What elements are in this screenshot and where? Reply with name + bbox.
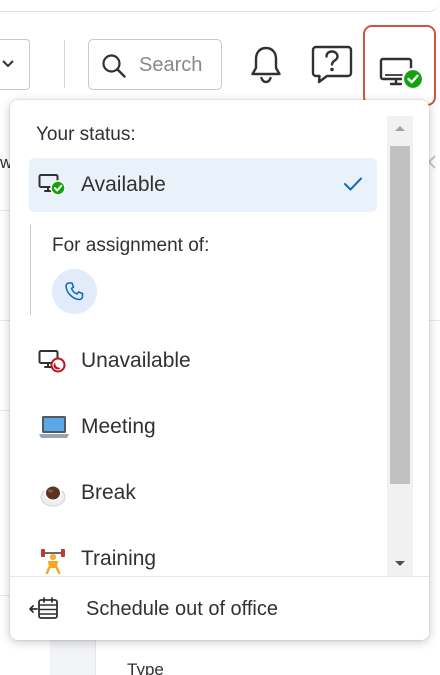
status-option-break[interactable]: Break	[29, 466, 377, 520]
status-label: Training	[81, 547, 157, 570]
status-label: Available	[81, 173, 166, 196]
search-icon	[102, 54, 126, 78]
status-label: Meeting	[81, 415, 156, 438]
top-edge	[0, 0, 440, 12]
assignment-section: For assignment of:	[30, 225, 370, 315]
scrollbar-thumb[interactable]	[390, 146, 410, 484]
type-column-label: Type	[127, 660, 164, 675]
schedule-out-of-office-label: Schedule out of office	[86, 597, 278, 620]
available-icon	[38, 172, 66, 198]
top-bar	[0, 0, 440, 106]
schedule-out-of-office-button[interactable]: Schedule out of office	[28, 587, 408, 631]
toolbar-divider	[64, 40, 65, 88]
scroll-up-arrow-icon[interactable]	[387, 116, 413, 140]
bell-icon	[251, 46, 281, 84]
chevron-down-icon	[2, 60, 14, 68]
status-option-meeting[interactable]: Meeting	[29, 400, 377, 454]
dropdown[interactable]	[0, 39, 30, 90]
status-menu: Your status: Available For assignment of…	[10, 100, 429, 640]
status-available-icon	[379, 57, 425, 91]
status-label: Unavailable	[81, 349, 191, 372]
phone-icon	[65, 282, 84, 301]
scrollbar[interactable]	[387, 116, 413, 576]
notifications-button[interactable]	[249, 44, 283, 86]
training-icon	[38, 546, 65, 575]
assignment-label: For assignment of:	[52, 235, 210, 256]
schedule-calendar-icon	[29, 597, 58, 619]
checkmark-icon	[344, 177, 362, 191]
coffee-icon	[38, 480, 66, 507]
status-button[interactable]	[363, 25, 436, 106]
search-box[interactable]	[88, 39, 222, 90]
status-menu-title: Your status:	[36, 124, 136, 145]
unavailable-icon	[38, 348, 66, 374]
laptop-icon	[38, 414, 69, 440]
status-option-unavailable[interactable]: Unavailable	[29, 334, 377, 388]
phone-channel-button[interactable]	[52, 269, 97, 314]
status-option-available[interactable]: Available	[29, 158, 377, 212]
search-input[interactable]	[139, 50, 219, 80]
status-label: Break	[81, 481, 136, 504]
scroll-down-arrow-icon[interactable]	[387, 552, 413, 576]
status-menu-footer: Schedule out of office	[10, 576, 429, 640]
help-button[interactable]	[310, 44, 354, 86]
help-icon	[311, 45, 353, 84]
